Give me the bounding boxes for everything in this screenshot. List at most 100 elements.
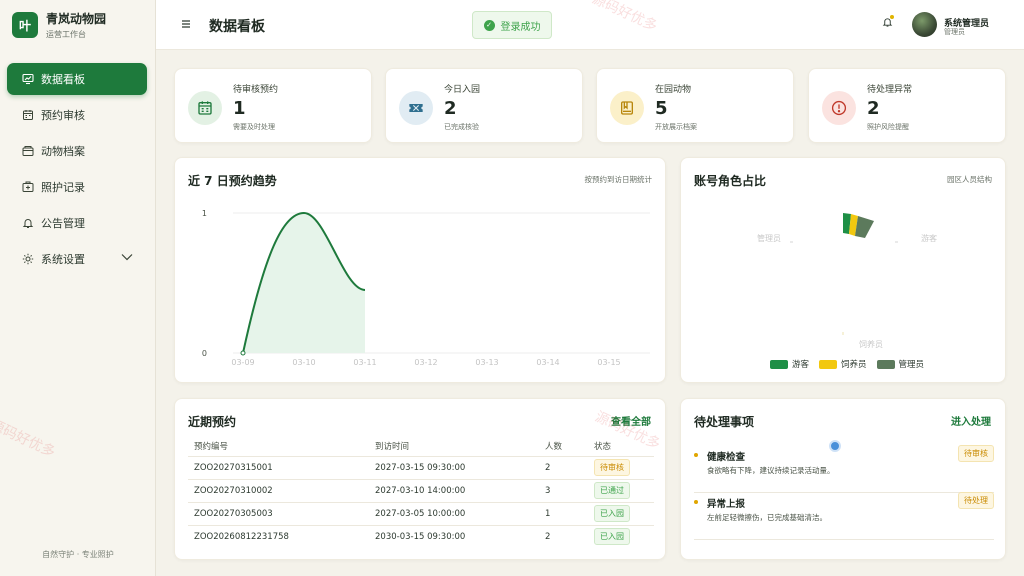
sidebar-item-booking-review[interactable]: 预约审核 (7, 99, 147, 131)
page-title: 数据看板 (209, 19, 265, 35)
legend-swatch (876, 359, 895, 369)
sidebar-item-care-records[interactable]: 照护记录 (7, 171, 147, 203)
user-role: 管理员 (944, 28, 965, 36)
status-badge: 待审核 (594, 459, 630, 476)
legend-item[interactable]: 游客 (770, 358, 809, 370)
visitor-count: 2 (539, 455, 588, 479)
table-row[interactable]: ZOO20270310002 2027-03-10 14:00:00 3 已通过 (188, 478, 654, 502)
sidebar-item-label: 动物档案 (41, 145, 85, 158)
todo-title: 待处理事项 (694, 415, 755, 429)
status-badge: 已入园 (594, 528, 630, 546)
booking-id: ZOO20260812231758 (188, 524, 369, 548)
brand-subtitle: 运营工作台 (46, 30, 86, 39)
legend-label: 管理员 (898, 360, 925, 370)
ticket-icon (399, 91, 433, 125)
x-tick-label: 03-12 (414, 358, 437, 367)
brand-title: 青岚动物园 (46, 12, 107, 26)
column-header[interactable]: 状态 (588, 436, 654, 456)
visitor-count: 2 (539, 524, 588, 548)
calendar-icon (188, 91, 222, 125)
pie-slice-label: 管理员 (757, 233, 781, 243)
chart-legend: 游客 饲养员 管理员 (770, 358, 934, 370)
table-row[interactable]: ZOO20270315001 2027-03-15 09:30:00 2 待审核 (188, 455, 654, 479)
column-header[interactable]: 到访时间 (369, 436, 539, 456)
brand[interactable]: 叶 青岚动物园 运营工作台 (0, 0, 155, 50)
x-tick-label: 03-11 (353, 358, 376, 367)
brand-logo: 叶 (12, 12, 38, 38)
visitor-count: 3 (539, 478, 588, 502)
stat-subtitle: 照护风险提醒 (867, 123, 909, 131)
todo-item-title: 异常上报 (707, 499, 746, 510)
medical-icon (21, 180, 35, 194)
todo-item-desc: 食欲略有下降，建议持续记录活动量。 (707, 466, 835, 475)
visit-time: 2027-03-05 10:00:00 (369, 501, 539, 525)
notification-bell[interactable] (882, 15, 894, 31)
stat-card-pending-bookings[interactable]: 待审核预约 1 需要及时处理 (174, 68, 372, 143)
column-header[interactable]: 人数 (539, 436, 588, 456)
legend-label: 游客 (792, 360, 810, 370)
chart-icon (21, 72, 35, 86)
stat-card-animals[interactable]: 在园动物 5 开放展示档案 (596, 68, 794, 143)
stat-subtitle: 需要及时处理 (233, 123, 275, 131)
folder-icon (21, 144, 35, 158)
avatar[interactable] (912, 12, 937, 37)
stat-card-exceptions[interactable]: 待处理异常 2 照护风险提醒 (808, 68, 1006, 143)
data-point (240, 350, 246, 356)
legend-swatch (770, 359, 788, 369)
todo-item[interactable]: 异常上报 左前足轻微擦伤，已完成基础清洁。 待处理 (694, 492, 994, 540)
booking-id: ZOO20270305003 (188, 501, 369, 525)
recent-title: 近期预约 (188, 415, 237, 429)
sidebar-item-announcements[interactable]: 公告管理 (7, 207, 147, 239)
gear-icon (21, 252, 35, 266)
view-all-link[interactable]: 查看全部 (611, 413, 651, 428)
go-process-link[interactable]: 进入处理 (951, 413, 991, 428)
booking-id: ZOO20270310002 (188, 478, 369, 502)
sidebar-item-dashboard[interactable]: 数据看板 (7, 63, 147, 95)
y-tick-label: 0 (202, 349, 207, 358)
stat-value: 2 (867, 98, 880, 119)
legend-item[interactable]: 管理员 (876, 358, 925, 370)
stat-subtitle: 开放展示档案 (655, 123, 697, 131)
bookings-table: 预约编号 到访时间 人数 状态 ZOO20270315001 2027-03-15… (188, 436, 654, 548)
x-tick-label: 03-09 (231, 358, 254, 367)
calendar-icon (21, 108, 35, 122)
status-badge: 待审核 (958, 445, 994, 462)
legend-item[interactable]: 饲养员 (819, 358, 867, 370)
visitor-count: 1 (539, 501, 588, 525)
todo-item-desc: 左前足轻微擦伤，已完成基础清洁。 (707, 513, 827, 522)
chevron-down-icon[interactable] (121, 253, 133, 261)
x-tick-label: 03-13 (475, 358, 498, 367)
menu-toggle-icon[interactable] (180, 18, 192, 30)
table-row[interactable]: ZOO20270305003 2027-03-05 10:00:00 1 已入园 (188, 501, 654, 525)
sidebar: 叶 青岚动物园 运营工作台 数据看板 预约审核 动物档案 照护记录 公告管理 系… (0, 0, 156, 576)
sidebar-item-settings[interactable]: 系统设置 (7, 243, 147, 275)
stat-subtitle: 已完成核验 (444, 123, 479, 131)
todo-item[interactable]: 健康检查 食欲略有下降，建议持续记录活动量。 待审核 (694, 445, 994, 493)
stat-value: 2 (444, 98, 457, 119)
role-chart-card: 账号角色占比 园区人员结构 管理员 游客 饲养员 游客 饲养员 管理员 (680, 157, 1006, 383)
sidebar-item-animal-files[interactable]: 动物档案 (7, 135, 147, 167)
visit-time: 2027-03-15 09:30:00 (369, 455, 539, 479)
status-dot (694, 500, 698, 504)
bell-icon (21, 216, 35, 230)
stat-label: 待处理异常 (867, 85, 913, 95)
cursor-indicator (829, 440, 841, 452)
y-tick-label: 1 (202, 209, 207, 218)
trend-chart-card: 近 7 日预约趋势 按预约到访日期统计 0 1 03-09 03-10 03-11 03-… (174, 157, 666, 383)
sidebar-item-label: 照护记录 (41, 181, 85, 194)
sidebar-footer: 自然守护 · 专业照护 (42, 550, 114, 559)
x-tick-label: 03-10 (292, 358, 315, 367)
status-cell: 待审核 (588, 455, 654, 479)
pie-slice-label: 游客 (921, 233, 937, 243)
table-header-row: 预约编号 到访时间 人数 状态 (188, 436, 654, 456)
table-row[interactable]: ZOO20260812231758 2030-03-15 09:30:00 2 已入园 (188, 524, 654, 548)
column-header[interactable]: 预约编号 (188, 436, 369, 456)
status-cell: 已入园 (588, 501, 654, 525)
x-tick-label: 03-15 (597, 358, 620, 367)
pie-slice-label: 饲养员 (859, 339, 883, 349)
stat-card-today-entry[interactable]: 今日入园 2 已完成核验 (385, 68, 583, 143)
trend-chart: 0 1 03-09 03-10 03-11 03-12 03-13 03-14 03-15 (202, 209, 650, 367)
status-badge: 待处理 (958, 492, 994, 509)
visit-time: 2027-03-10 14:00:00 (369, 478, 539, 502)
stat-label: 在园动物 (655, 85, 692, 95)
